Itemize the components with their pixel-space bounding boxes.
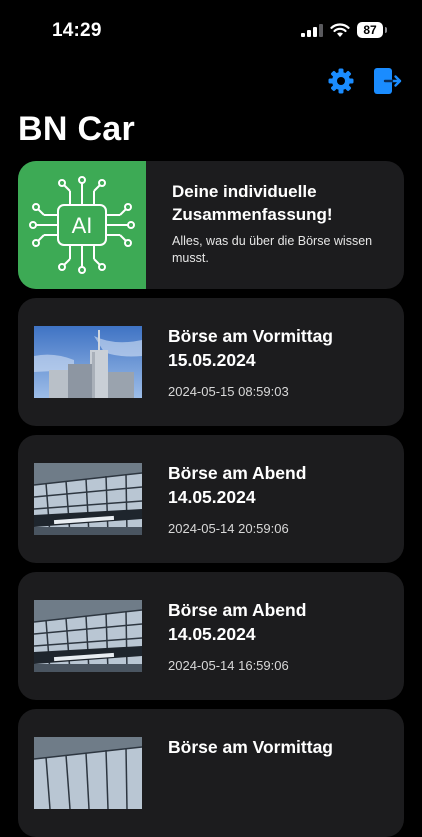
news-card[interactable]: Börse am Vormittag	[18, 709, 404, 837]
news-title: Börse am Vormittag 15.05.2024	[168, 326, 333, 370]
news-title: Börse am Abend 14.05.2024	[168, 463, 307, 507]
ai-summary-card[interactable]: AI Deine individuelle Zusammenfassung! A…	[18, 161, 404, 289]
news-card[interactable]: Börse am Abend 14.05.2024 2024-05-14 20:…	[18, 435, 404, 563]
wifi-icon	[330, 23, 350, 43]
news-timestamp: 2024-05-14 16:59:06	[168, 658, 289, 673]
gear-icon	[328, 68, 354, 94]
battery-cap	[385, 27, 387, 33]
status-bar: 14:29 87	[0, 0, 422, 60]
news-thumbnail	[34, 326, 142, 398]
news-thumbnail	[34, 600, 142, 672]
logout-icon	[374, 68, 402, 94]
logout-button[interactable]	[373, 67, 403, 100]
news-thumbnail	[34, 737, 142, 809]
news-thumbnail	[34, 463, 142, 535]
news-title: Börse am Vormittag	[168, 737, 333, 757]
ai-card-subtitle: Alles, was du über die Börse wissen muss…	[172, 234, 373, 265]
news-title: Börse am Abend 14.05.2024	[168, 600, 307, 644]
ai-card-title: Deine individuelle Zusammenfassung!	[172, 182, 333, 224]
battery-indicator: 87	[357, 22, 383, 38]
page-title: BN Car	[18, 110, 136, 148]
news-timestamp: 2024-05-14 20:59:06	[168, 521, 289, 536]
ai-chip-image: AI	[18, 161, 146, 289]
ai-chip-label: AI	[72, 213, 93, 238]
news-card[interactable]: Börse am Vormittag 15.05.2024 2024-05-15…	[18, 298, 404, 426]
settings-button[interactable]	[327, 67, 355, 100]
status-time: 14:29	[52, 20, 102, 41]
news-card[interactable]: Börse am Abend 14.05.2024 2024-05-14 16:…	[18, 572, 404, 700]
news-timestamp: 2024-05-15 08:59:03	[168, 384, 289, 399]
signal-icon	[301, 24, 323, 42]
